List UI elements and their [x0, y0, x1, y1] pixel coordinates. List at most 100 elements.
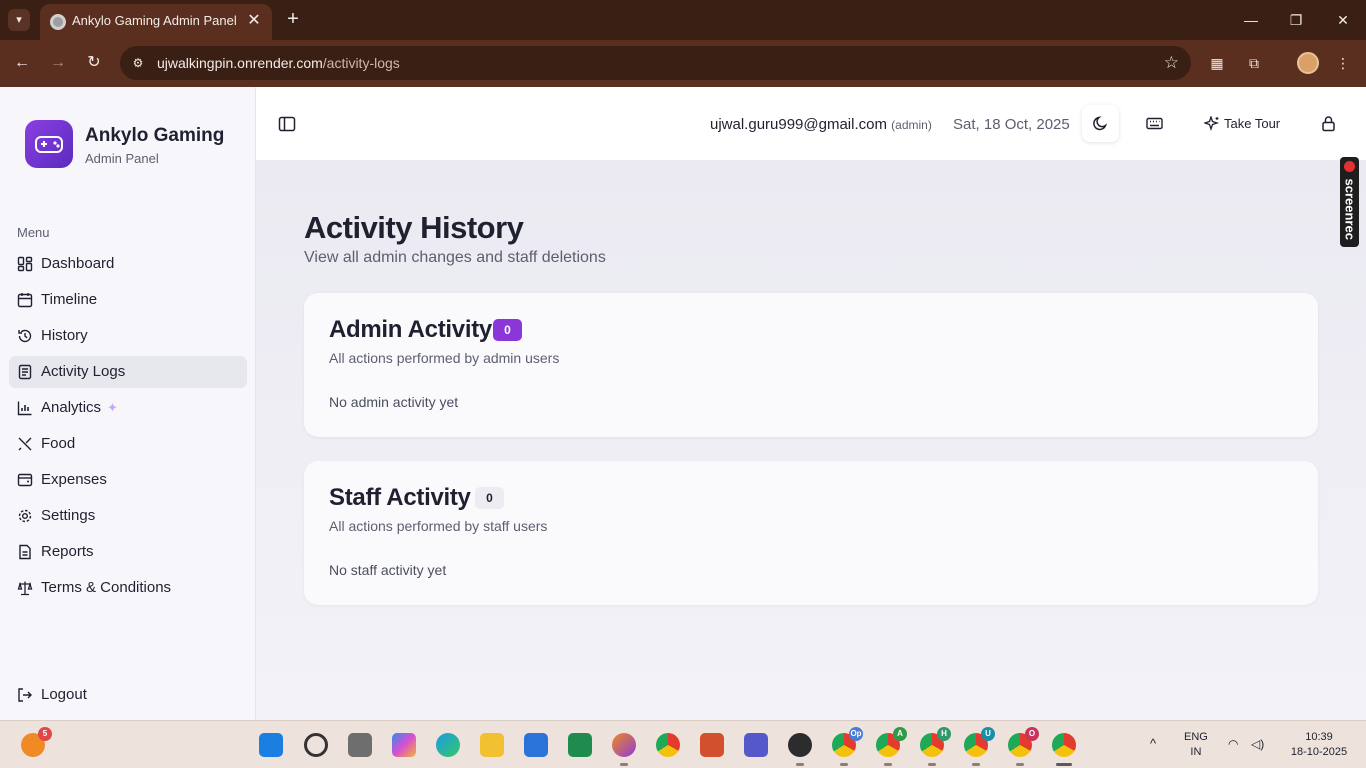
sidebar-item-reports[interactable]: Reports: [9, 536, 247, 568]
wifi-icon[interactable]: ◠: [1228, 737, 1238, 752]
edge-icon[interactable]: [436, 733, 460, 757]
file-explorer-icon[interactable]: [480, 733, 504, 757]
browser-tab-active[interactable]: Ankylo Gaming Admin Panel ✕: [40, 4, 272, 40]
extensions-puzzle-icon[interactable]: ⧉: [1243, 52, 1265, 74]
browser-tab-strip: ▾ Ankylo Gaming Admin Panel ✕ + — ❐ ✕: [0, 0, 1366, 40]
reload-icon[interactable]: ↻: [82, 51, 106, 75]
new-tab-plus-icon[interactable]: +: [282, 8, 304, 30]
sidebar-item-settings[interactable]: Settings: [9, 500, 247, 532]
bookmark-star-icon[interactable]: ☆: [1164, 53, 1179, 73]
chrome-profile-op-icon[interactable]: Op: [832, 727, 863, 766]
url-text[interactable]: ujwalkingpin.onrender.com/activity-logs: [157, 55, 400, 71]
chrome-profile-h-icon[interactable]: H: [920, 727, 951, 766]
sidebar: Ankylo Gaming Admin Panel Menu Dashboard…: [0, 87, 256, 720]
address-bar[interactable]: ⚙ ujwalkingpin.onrender.com/activity-log…: [120, 46, 1191, 80]
sidebar-item-activity-logs[interactable]: Activity Logs: [9, 356, 247, 388]
logout-button[interactable]: Logout: [9, 679, 247, 711]
sidebar-item-label: Analytics: [41, 399, 102, 416]
window-restore-icon[interactable]: ❐: [1281, 8, 1311, 32]
browser-menu-icon[interactable]: ⋮: [1332, 52, 1354, 74]
take-tour-label: Take Tour: [1224, 116, 1281, 131]
tab-close-icon[interactable]: ✕: [244, 11, 264, 31]
show-hidden-icons-chevron-icon[interactable]: ^: [1150, 736, 1156, 751]
profile-badge: O: [1025, 727, 1039, 741]
microsoft-store-icon[interactable]: [524, 733, 548, 757]
current-date: Sat, 18 Oct, 2025: [953, 116, 1070, 133]
chrome-icon[interactable]: [656, 733, 680, 757]
sidebar-item-label: Settings: [41, 507, 96, 524]
profile-badge: Op: [849, 727, 863, 741]
tab-search-chevron-icon[interactable]: ▾: [8, 9, 30, 31]
take-tour-button[interactable]: Take Tour: [1196, 105, 1296, 142]
site-info-icon[interactable]: ⚙: [130, 55, 146, 71]
excel-icon[interactable]: [568, 733, 592, 757]
running-indicator: [1016, 763, 1024, 766]
wpm-app-icon[interactable]: [788, 733, 812, 766]
teams-icon[interactable]: [744, 733, 768, 757]
page-subtitle: View all admin changes and staff deletio…: [304, 249, 606, 266]
running-indicator: [928, 763, 936, 766]
window-close-icon[interactable]: ✕: [1328, 8, 1358, 32]
sidebar-item-label: Activity Logs: [41, 363, 126, 380]
notification-count-badge: 5: [38, 727, 52, 741]
profile-avatar[interactable]: [1297, 52, 1319, 74]
system-clock[interactable]: 10:39 18-10-2025: [1286, 730, 1352, 760]
staff-activity-card: Staff Activity 0 All actions performed b…: [304, 461, 1318, 605]
brand-subtitle: Admin Panel: [85, 151, 159, 166]
menu-section-label: Menu: [17, 225, 50, 240]
window-minimize-icon[interactable]: —: [1236, 8, 1266, 32]
logout-label: Logout: [41, 686, 87, 703]
forward-arrow-icon[interactable]: →: [46, 51, 70, 75]
search-icon[interactable]: [304, 733, 328, 757]
chrome-profile-o-icon[interactable]: O: [1008, 727, 1039, 766]
chrome-active-profile-icon[interactable]: [1052, 733, 1076, 766]
lock-button[interactable]: [1310, 105, 1347, 142]
sidebar-toggle-icon[interactable]: [278, 115, 296, 133]
sidebar-item-food[interactable]: Food: [9, 428, 247, 460]
admin-activity-title: Admin Activity: [329, 316, 492, 343]
lock-icon: [1322, 116, 1335, 132]
keyboard-shortcuts-button[interactable]: [1136, 105, 1173, 142]
volume-icon[interactable]: ◁): [1251, 737, 1264, 752]
windows-start-icon[interactable]: [259, 733, 283, 757]
powerpoint-icon[interactable]: [700, 733, 724, 757]
sidebar-item-timeline[interactable]: Timeline: [9, 284, 247, 316]
sidebar-item-label: Terms & Conditions: [41, 579, 172, 596]
chrome-profile-u-icon[interactable]: U: [964, 727, 995, 766]
sidebar-item-label: Reports: [41, 543, 94, 560]
weather-widget-icon[interactable]: 5: [21, 727, 52, 757]
tab-favicon-icon: [50, 14, 66, 30]
sidebar-item-analytics[interactable]: Analytics ✦: [9, 392, 247, 424]
extension-image-icon[interactable]: ▦: [1206, 52, 1228, 74]
top-header: ujwal.guru999@gmail.com (admin) Sat, 18 …: [256, 87, 1366, 161]
staff-activity-title: Staff Activity: [329, 484, 471, 511]
record-dot-icon: [1344, 161, 1355, 172]
firefox-icon[interactable]: [612, 733, 636, 766]
running-indicator: [840, 763, 848, 766]
keyboard-icon: [1146, 117, 1163, 130]
running-indicator: [796, 763, 804, 766]
language-indicator[interactable]: ENG IN: [1184, 730, 1208, 760]
sidebar-item-terms[interactable]: Terms & Conditions: [9, 572, 247, 604]
admin-activity-empty-state: No admin activity yet: [329, 394, 459, 410]
task-view-icon[interactable]: [348, 733, 372, 757]
back-arrow-icon[interactable]: ←: [10, 51, 34, 75]
profile-badge: U: [981, 727, 995, 741]
theme-toggle-button[interactable]: [1082, 105, 1119, 142]
brand-name: Ankylo Gaming: [85, 125, 225, 146]
sidebar-item-history[interactable]: History: [9, 320, 247, 352]
sidebar-item-expenses[interactable]: Expenses: [9, 464, 247, 496]
sidebar-item-label: History: [41, 327, 88, 344]
page-title: Activity History: [304, 210, 524, 245]
sidebar-item-label: Food: [41, 435, 76, 452]
document-icon: [19, 544, 31, 560]
moon-icon: [1093, 116, 1108, 131]
copilot-icon[interactable]: [392, 733, 416, 757]
activity-logs-icon: [18, 364, 32, 380]
sidebar-item-dashboard[interactable]: Dashboard: [9, 248, 247, 280]
brand-logo-icon: [25, 120, 73, 168]
screenrec-widget[interactable]: screenrec: [1340, 157, 1359, 247]
scale-icon: [17, 581, 33, 596]
chrome-profile-a-icon[interactable]: A: [876, 727, 907, 766]
browser-toolbar: ← → ↻ ⚙ ujwalkingpin.onrender.com/activi…: [0, 40, 1366, 87]
